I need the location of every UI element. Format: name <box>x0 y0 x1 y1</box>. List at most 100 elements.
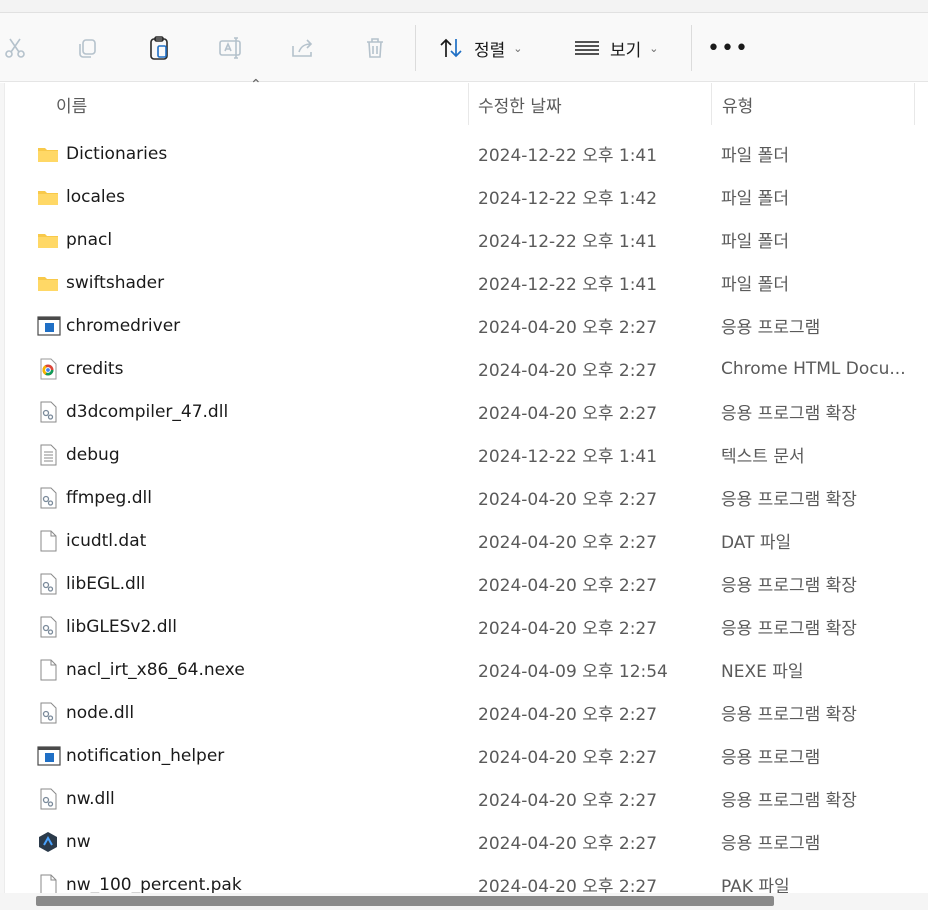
file-row[interactable]: libGLESv2.dll 2024-04-20 오후 2:27 응용 프로그램 확… <box>0 605 928 648</box>
file-row[interactable]: nw 2024-04-20 오후 2:27 응용 프로그램 <box>0 820 928 863</box>
file-type: 응용 프로그램 확장 <box>721 619 857 639</box>
column-header-row: ⌃ 이름 수정한 날짜 유형 <box>0 77 928 125</box>
file-date-modified: 2024-12-22 오후 1:41 <box>478 146 658 166</box>
file-row[interactable]: d3dcompiler_47.dll 2024-04-20 오후 2:27 응용 프… <box>0 390 928 433</box>
column-header-type[interactable]: 유형 <box>722 83 912 125</box>
file-row[interactable]: swiftshader 2024-12-22 오후 1:41 파일 폴더 <box>0 261 928 304</box>
column-header-name[interactable]: 이름 <box>56 83 466 125</box>
blank-file-icon <box>37 530 59 552</box>
file-name: nw <box>66 831 91 852</box>
file-row[interactable]: nacl_irt_x86_64.nexe 2024-04-09 오후 12:54 N… <box>0 648 928 691</box>
file-name: ffmpeg.dll <box>66 487 152 508</box>
dll-icon <box>37 702 59 724</box>
file-list: Dictionaries 2024-12-22 오후 1:41 파일 폴더 local… <box>0 132 928 894</box>
column-header-modified-label: 수정한 날짜 <box>478 96 562 117</box>
dll-icon <box>37 573 59 595</box>
file-date-modified: 2024-04-20 오후 2:27 <box>478 490 658 510</box>
file-date-modified: 2024-04-20 오후 2:27 <box>478 834 658 854</box>
column-header-type-label: 유형 <box>722 96 754 117</box>
file-name: nw_100_percent.pak <box>66 874 242 895</box>
dll-icon <box>37 401 59 423</box>
file-type: 응용 프로그램 확장 <box>721 490 857 510</box>
file-row[interactable]: nw.dll 2024-04-20 오후 2:27 응용 프로그램 확장 <box>0 777 928 820</box>
column-divider[interactable] <box>468 83 469 125</box>
file-date-modified: 2024-04-20 오후 2:27 <box>478 705 658 725</box>
file-type: 파일 폴더 <box>721 146 789 166</box>
file-name: locales <box>66 186 125 207</box>
file-date-modified: 2024-04-20 오후 2:27 <box>478 576 658 596</box>
file-type: 파일 폴더 <box>721 189 789 209</box>
cut-button[interactable] <box>0 28 30 68</box>
paste-button[interactable] <box>144 28 174 68</box>
file-row[interactable]: pnacl 2024-12-22 오후 1:41 파일 폴더 <box>0 218 928 261</box>
column-header-modified[interactable]: 수정한 날짜 <box>478 83 708 125</box>
chrome-icon <box>37 358 59 380</box>
application-icon <box>37 315 61 337</box>
column-header-name-label: 이름 <box>56 96 88 117</box>
toolbar-separator <box>415 25 416 71</box>
file-name: debug <box>66 444 120 465</box>
column-divider[interactable] <box>914 83 915 125</box>
horizontal-scrollbar[interactable] <box>0 893 928 910</box>
blank-file-icon <box>37 874 59 894</box>
application-icon <box>37 745 61 767</box>
file-date-modified: 2024-12-22 오후 1:42 <box>478 189 658 209</box>
copy-button[interactable] <box>72 28 102 68</box>
file-row[interactable]: libEGL.dll 2024-04-20 오후 2:27 응용 프로그램 확장 <box>0 562 928 605</box>
horizontal-scrollbar-thumb[interactable] <box>36 896 774 906</box>
file-row[interactable]: ffmpeg.dll 2024-04-20 오후 2:27 응용 프로그램 확장 <box>0 476 928 519</box>
folder-icon <box>37 272 59 294</box>
clipboard-icon <box>147 35 171 61</box>
dll-icon <box>37 788 59 810</box>
file-name: credits <box>66 358 124 379</box>
sort-button[interactable]: 정렬 ⌄ <box>438 28 538 68</box>
more-dots-icon: ••• <box>707 35 749 61</box>
file-row[interactable]: Dictionaries 2024-12-22 오후 1:41 파일 폴더 <box>0 132 928 175</box>
file-type: 텍스트 문서 <box>721 447 805 467</box>
file-date-modified: 2024-04-20 오후 2:27 <box>478 877 658 894</box>
file-type: 응용 프로그램 확장 <box>721 791 857 811</box>
file-type: 파일 폴더 <box>721 232 789 252</box>
sort-label: 정렬 <box>474 40 506 61</box>
file-name: d3dcompiler_47.dll <box>66 401 229 422</box>
file-type: 응용 프로그램 <box>721 834 821 854</box>
file-date-modified: 2024-04-20 오후 2:27 <box>478 318 658 338</box>
file-date-modified: 2024-12-22 오후 1:41 <box>478 232 658 252</box>
rename-button[interactable] <box>216 28 246 68</box>
share-button[interactable] <box>288 28 318 68</box>
chevron-down-icon: ⌄ <box>513 41 523 55</box>
toolbar-separator <box>691 25 692 71</box>
delete-button[interactable] <box>360 28 390 68</box>
file-row[interactable]: node.dll 2024-04-20 오후 2:27 응용 프로그램 확장 <box>0 691 928 734</box>
file-name: libGLESv2.dll <box>66 616 177 637</box>
file-name: node.dll <box>66 702 135 723</box>
file-name: nw.dll <box>66 788 115 809</box>
file-type: 응용 프로그램 확장 <box>721 576 857 596</box>
more-options-button[interactable]: ••• <box>707 28 749 68</box>
file-name: notification_helper <box>66 745 225 766</box>
file-type: NEXE 파일 <box>721 662 804 682</box>
file-date-modified: 2024-12-22 오후 1:41 <box>478 275 658 295</box>
text-file-icon <box>37 444 59 466</box>
chevron-down-icon: ⌄ <box>649 41 659 55</box>
file-row[interactable]: credits 2024-04-20 오후 2:27 Chrome HTML Doc… <box>0 347 928 390</box>
share-icon <box>290 36 316 60</box>
file-row[interactable]: chromedriver 2024-04-20 오후 2:27 응용 프로그램 <box>0 304 928 347</box>
sort-arrows-icon <box>438 37 464 59</box>
window-top-band <box>0 0 928 13</box>
rename-icon <box>218 36 244 60</box>
folder-icon <box>37 143 59 165</box>
file-row[interactable]: nw_100_percent.pak 2024-04-20 오후 2:27 PAK … <box>0 863 928 894</box>
file-date-modified: 2024-04-20 오후 2:27 <box>478 361 658 381</box>
file-row[interactable]: locales 2024-12-22 오후 1:42 파일 폴더 <box>0 175 928 218</box>
view-button[interactable]: 보기 ⌄ <box>574 28 674 68</box>
file-row[interactable]: notification_helper 2024-04-20 오후 2:27 응용 … <box>0 734 928 777</box>
scissors-icon <box>3 36 27 60</box>
file-row[interactable]: icudtl.dat 2024-04-20 오후 2:27 DAT 파일 <box>0 519 928 562</box>
file-name: libEGL.dll <box>66 573 146 594</box>
file-type: 응용 프로그램 <box>721 748 821 768</box>
file-date-modified: 2024-04-09 오후 12:54 <box>478 662 668 682</box>
file-row[interactable]: debug 2024-12-22 오후 1:41 텍스트 문서 <box>0 433 928 476</box>
column-divider[interactable] <box>711 83 712 125</box>
file-name: nacl_irt_x86_64.nexe <box>66 659 245 680</box>
